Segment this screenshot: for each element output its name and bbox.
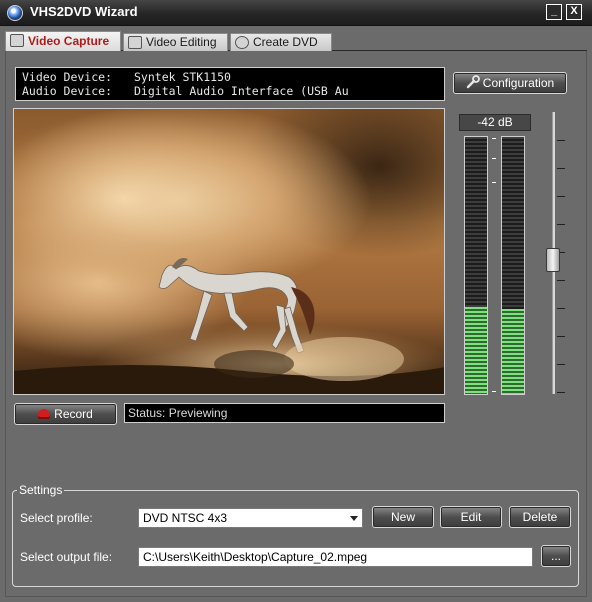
slider-tick [557,196,565,197]
disc-icon [235,36,249,49]
window-title: VHS2DVD Wizard [30,4,138,19]
slider-tick [557,224,565,225]
video-preview [13,108,445,395]
meter-scale-tick [492,158,496,159]
video-device-row: Video Device: Syntek STK1150 [22,70,231,84]
slider-tick [557,280,565,281]
slider-tick [557,168,565,169]
right-level-meter [501,136,525,395]
audio-device-label: Audio Device: [22,84,113,98]
chevron-down-icon [350,516,358,521]
record-button[interactable]: Record [14,403,117,425]
slider-tick [557,364,565,365]
wrench-icon [466,75,480,89]
profile-select[interactable]: DVD NTSC 4x3 [138,508,363,528]
slider-tick [557,140,565,141]
close-button[interactable]: X [566,4,582,20]
left-level-fill [465,307,487,394]
slider-tick [557,336,565,337]
camera-icon [10,34,24,47]
minimize-button[interactable]: _ [546,4,562,20]
output-file-field[interactable]: C:\Users\Keith\Desktop\Capture_02.mpeg [138,547,533,567]
delete-profile-button[interactable]: Delete [509,506,571,528]
settings-group [12,490,579,587]
video-device-value: Syntek STK1150 [134,70,231,84]
tab-video-editing[interactable]: Video Editing [123,33,228,51]
device-info-panel: Video Device: Syntek STK1150 Audio Device… [15,67,445,101]
profile-label: Select profile: [20,511,93,525]
new-profile-button[interactable]: New [372,506,434,528]
settings-legend: Settings [17,483,65,497]
record-icon [38,409,51,419]
film-icon [128,36,142,49]
volume-slider-thumb[interactable] [546,248,560,272]
slider-tick [557,308,565,309]
video-device-label: Video Device: [22,70,113,84]
left-level-meter [464,136,488,395]
edit-profile-button[interactable]: Edit [440,506,502,528]
disc-icon [7,5,23,21]
tab-label: Video Capture [28,34,110,48]
title-bar: VHS2DVD Wizard _ X [0,0,592,26]
configuration-button[interactable]: Configuration [453,72,567,94]
status-text: Status: Previewing [124,403,445,423]
meter-scale-tick [492,138,496,139]
audio-device-value: Digital Audio Interface (USB Au [134,84,349,98]
audio-device-row: Audio Device: Digital Audio Interface (US… [22,84,349,98]
configuration-label: Configuration [482,76,555,90]
tab-label: Create DVD [253,35,318,49]
browse-button[interactable]: ... [541,545,571,567]
meter-scale-tick [492,391,496,392]
right-level-fill [502,309,524,394]
tab-video-capture[interactable]: Video Capture [5,31,121,51]
tab-create-dvd[interactable]: Create DVD [230,33,332,51]
slider-tick [557,392,565,393]
meter-scale-tick [492,182,496,183]
tab-label: Video Editing [146,35,217,49]
output-file-label: Select output file: [20,550,113,564]
horse-image [14,109,444,394]
audio-level-readout: -42 dB [459,114,531,131]
profile-value: DVD NTSC 4x3 [143,511,228,525]
record-label: Record [54,407,93,421]
